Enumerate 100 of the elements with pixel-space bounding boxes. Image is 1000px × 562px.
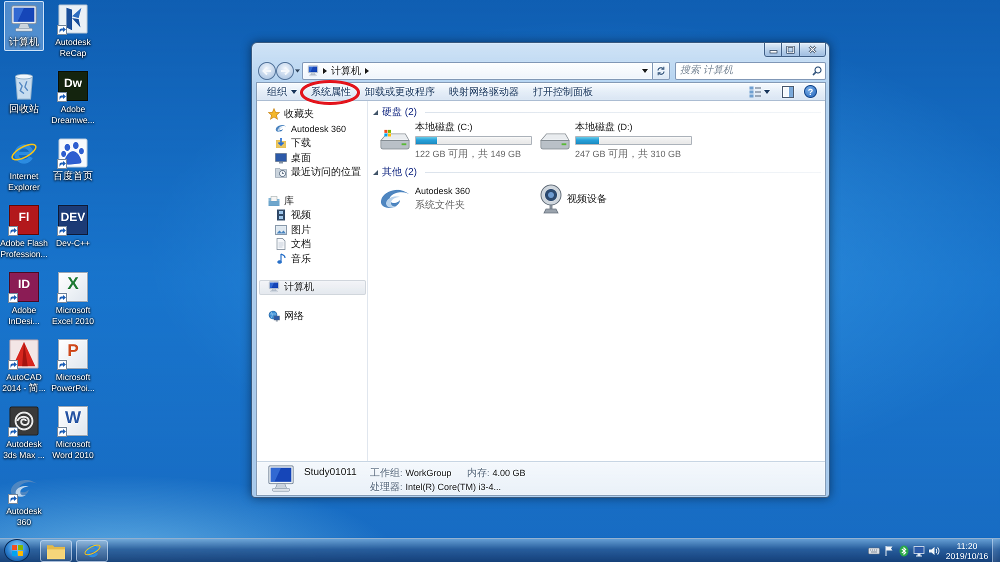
document-icon [275,238,287,250]
desktop-shortcut[interactable]: X Microsoft Excel 2010 [48,269,98,330]
desktop-shortcut[interactable]: 回收站 [4,68,44,118]
chevron-right-icon [365,68,369,74]
item-name[interactable]: 视频设备 [567,192,607,206]
keyboard-icon [868,544,880,556]
swirl-tile-icon [8,406,39,436]
arrow-right-icon [280,66,290,76]
desktop-shortcut[interactable]: 百度首页 [50,135,96,185]
minimize-button[interactable] [764,43,782,57]
nav-item[interactable]: 最近访问的位置 [259,165,366,180]
hard-drive-icon [379,129,411,152]
triangle-logo-icon [9,339,39,369]
refresh-button[interactable] [653,62,670,80]
forward-button[interactable] [276,62,294,80]
chevron-right-icon [323,68,327,74]
computer-icon [9,4,39,34]
close-icon [808,45,817,54]
desktop-shortcut[interactable]: Autodesk 360 [3,470,45,531]
bluetooth-icon [898,544,910,556]
nav-item[interactable]: 图片 [259,222,366,237]
toolbar-button[interactable]: 打开控制面板 [530,84,596,100]
desktop-shortcut[interactable]: DEV Dev-C++ [52,202,93,252]
swirl-icon [379,188,411,210]
item-detail: 系统文件夹 [415,198,466,212]
desktop-shortcut[interactable]: Autodesk 3ds Max ... [0,403,48,464]
nav-item[interactable]: 收藏夹 [259,107,366,122]
nav-item[interactable]: 文档 [259,237,366,252]
download-folder-icon [275,137,287,150]
refresh-icon [656,66,666,76]
app-logo: X [58,272,88,302]
desktop-shortcut[interactable]: W Microsoft Word 2010 [49,403,97,464]
maximize-button[interactable] [782,43,800,57]
nav-item[interactable]: 计算机 [259,280,366,294]
close-button[interactable] [800,43,826,57]
windows-logo-icon [10,544,24,557]
back-button[interactable] [258,62,276,80]
picture-icon [275,224,287,236]
address-bar[interactable]: 计算机 [302,62,653,80]
paw-icon [58,138,88,168]
search-field[interactable]: 搜索 计算机 [675,62,826,80]
show-desktop-button[interactable] [992,538,1000,562]
view-list-icon [749,86,761,98]
desktop-shortcut[interactable]: AutoCAD 2014 - 简... [0,336,49,397]
film-icon [275,209,287,222]
desktop-shortcut[interactable]: Fl Adobe Flash Profession... [0,202,51,263]
field-label: 处理器: [370,481,403,494]
desktop-shortcut[interactable]: ID Adobe InDesi... [4,269,44,330]
group-header[interactable]: 硬盘 (2) [382,105,417,119]
item-detail: 247 GB 可用，共 310 GB [575,148,682,161]
nav-item[interactable]: 库 [259,194,366,208]
nav-item[interactable]: 视频 [259,208,366,222]
field-value: WorkGroup [406,467,452,480]
field-value: 4.00 GB [492,467,526,480]
caret-icon [764,90,770,94]
breadcrumb[interactable]: 计算机 [331,64,361,78]
nav-item[interactable]: 音乐 [259,252,366,266]
app-logo: Fl [9,205,39,235]
app-logo: P [58,339,88,369]
group-header[interactable]: 其他 (2) [382,165,417,179]
toolbar-button[interactable]: 组织 [264,84,300,100]
monitor-icon [275,152,287,164]
desktop-shortcut[interactable]: Autodesk ReCap [52,1,94,62]
network-icon [913,544,925,556]
preview-pane-icon [782,86,794,98]
toolbar-button[interactable]: 卸载或更改程序 [362,84,438,100]
folder-clock-icon [275,166,287,178]
clock[interactable]: 11:20 2019/10/16 [944,540,990,560]
maximize-icon [786,46,795,54]
app-logo: ID [9,272,39,302]
taskbar-button[interactable] [40,540,72,562]
caret-icon [295,68,300,72]
view-options-button[interactable] [747,84,772,100]
flag-icon [883,544,895,556]
taskbar-button[interactable] [76,540,108,562]
nav-item[interactable]: 桌面 [259,150,366,165]
desktop-shortcut[interactable]: P Microsoft PowerPoi... [48,336,98,397]
field-label: 内存: [467,467,490,480]
item-name[interactable]: 本地磁盘 (D:) [575,120,692,134]
speaker-icon [928,544,940,556]
desktop-shortcut[interactable]: Internet Explorer [4,135,44,196]
preview-pane-button[interactable] [780,84,796,100]
field-value: Intel(R) Core(TM) i3-4... [406,481,502,494]
swirl-icon [275,124,287,134]
item-detail: 122 GB 可用，共 149 GB [415,148,522,161]
search-icon [812,66,822,76]
computer-icon [307,64,319,76]
item-name[interactable]: 本地磁盘 (C:) [415,120,532,134]
nav-item[interactable]: 网络 [259,308,366,323]
music-note-icon [275,252,287,265]
nav-item[interactable]: 下载 [259,136,366,150]
nav-item[interactable]: Autodesk 360 [259,122,366,136]
desktop-shortcut[interactable]: Dw Adobe Dreamwe... [48,68,98,129]
computer-name: Study01011 [304,467,358,479]
item-name[interactable]: Autodesk 360 [415,186,470,196]
field-label: 工作组: [370,467,403,480]
start-button[interactable] [4,539,30,562]
toolbar-button[interactable]: 映射网络驱动器 [446,84,522,100]
swirl-icon [8,478,39,498]
app-logo: W [58,406,88,436]
